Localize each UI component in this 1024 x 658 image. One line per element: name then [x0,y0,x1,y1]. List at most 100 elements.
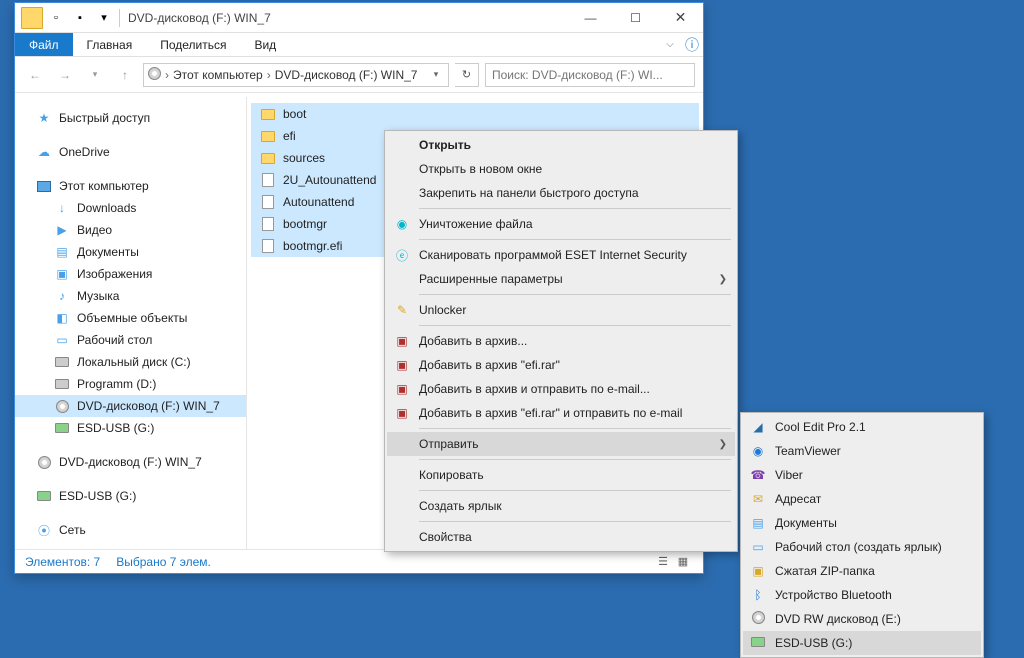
sendto-desktop[interactable]: ▭Рабочий стол (создать ярлык) [743,535,981,559]
sendto-dvdrw[interactable]: DVD RW дисковод (E:) [743,607,981,631]
ctx-pin-quickaccess[interactable]: Закрепить на панели быстрого доступа [387,181,735,205]
maximize-button[interactable]: ☐ [613,3,658,32]
nav-back-button[interactable]: ← [23,63,47,87]
wand-icon: ✎ [393,303,411,317]
sidebar-quickaccess[interactable]: ★Быстрый доступ [15,107,246,129]
sendto-docs[interactable]: ▤Документы [743,511,981,535]
help-icon[interactable]: ⓘ [681,35,703,55]
separator [419,459,731,460]
titlebar: ▫ ▪ ▾ DVD-дисковод (F:) WIN_7 ― ☐ ✕ [15,3,703,33]
sendto-cooledit[interactable]: ◢Cool Edit Pro 2.1 [743,415,981,439]
ctx-destroy[interactable]: ◉Уничтожение файла [387,212,735,236]
file-icon [259,216,277,232]
sidebar-docs[interactable]: ▤Документы [15,241,246,263]
sendto-zip[interactable]: ▣Сжатая ZIP-папка [743,559,981,583]
tab-home[interactable]: Главная [73,33,147,56]
network-icon: ⦿ [35,522,53,538]
xml-icon [259,172,277,188]
sidebar-dvd[interactable]: DVD-дисковод (F:) WIN_7 [15,395,246,417]
sidebar-music[interactable]: ♪Музыка [15,285,246,307]
ctx-add-efi-email[interactable]: ▣Добавить в архив "efi.rar" и отправить … [387,401,735,425]
sendto-bluetooth[interactable]: ᛒУстройство Bluetooth [743,583,981,607]
qat-dropdown-icon[interactable]: ▾ [93,7,115,29]
ctx-add-archive[interactable]: ▣Добавить в архив... [387,329,735,353]
folder-icon [259,150,277,166]
ctx-scan-eset[interactable]: ⓔСканировать программой ESET Internet Se… [387,243,735,267]
sidebar-desktop[interactable]: ▭Рабочий стол [15,329,246,351]
ctx-open-new[interactable]: Открыть в новом окне [387,157,735,181]
tab-view[interactable]: Вид [240,33,290,56]
view-large-icon[interactable]: ▦ [673,555,693,568]
sidebar-downloads[interactable]: ↓Downloads [15,197,246,219]
folder-icon [259,128,277,144]
ctx-unlocker[interactable]: ✎Unlocker [387,298,735,322]
rar-icon: ▣ [393,382,411,396]
nav-up-button[interactable]: ↑ [113,63,137,87]
ctx-shortcut[interactable]: Создать ярлык [387,494,735,518]
nav-history-icon[interactable]: ▾ [83,63,107,87]
pc-icon [35,178,53,194]
rar-icon: ▣ [393,334,411,348]
cube-icon: ◧ [53,310,71,326]
sendto-viber[interactable]: ☎Viber [743,463,981,487]
qat: ▫ ▪ ▾ [15,7,115,29]
sendto-esd[interactable]: ESD-USB (G:) [743,631,981,655]
ctx-copy[interactable]: Копировать [387,463,735,487]
sendto-recipient[interactable]: ✉Адресат [743,487,981,511]
sidebar-localc[interactable]: Локальный диск (C:) [15,351,246,373]
sidebar-programm[interactable]: Programm (D:) [15,373,246,395]
usb-icon [749,636,767,650]
chevron-right-icon: ❯ [719,274,727,285]
ctx-add-efi-rar[interactable]: ▣Добавить в архив "efi.rar" [387,353,735,377]
sidebar-dvd2[interactable]: DVD-дисковод (F:) WIN_7 [15,451,246,473]
music-icon: ♪ [53,288,71,304]
sidebar-esd2[interactable]: ESD-USB (G:) [15,485,246,507]
ctx-add-email[interactable]: ▣Добавить в архив и отправить по e-mail.… [387,377,735,401]
nav-forward-button[interactable]: → [53,63,77,87]
folder-icon [21,7,43,29]
minimize-button[interactable]: ― [568,3,613,32]
separator [419,521,731,522]
close-button[interactable]: ✕ [658,3,703,32]
context-menu: Открыть Открыть в новом окне Закрепить н… [384,130,738,552]
ribbon-expand-icon[interactable]: ⌵ [659,39,681,50]
sidebar-video[interactable]: ▶Видео [15,219,246,241]
sidebar-thispc[interactable]: Этот компьютер [15,175,246,197]
cloud-icon: ☁ [35,144,53,160]
address-bar[interactable]: › Этот компьютер › DVD-дисковод (F:) WIN… [143,63,449,87]
view-details-icon[interactable]: ☰ [653,555,673,568]
file-boot[interactable]: boot [251,103,699,125]
images-icon: ▣ [53,266,71,282]
disc-icon [53,398,71,414]
addr-dropdown-icon[interactable]: ▾ [428,69,444,80]
sidebar-images[interactable]: ▣Изображения [15,263,246,285]
ctx-properties[interactable]: Свойства [387,525,735,549]
ctx-send-to[interactable]: Отправить❯ [387,432,735,456]
ctx-advanced-params[interactable]: Расширенные параметры❯ [387,267,735,291]
search-input[interactable] [485,63,695,87]
separator [419,490,731,491]
sidebar-network[interactable]: ⦿Сеть [15,519,246,541]
docs-icon: ▤ [53,244,71,260]
crumb-thispc[interactable]: Этот компьютер [173,68,263,82]
tab-file[interactable]: Файл [15,33,73,56]
sendto-teamviewer[interactable]: ◉TeamViewer [743,439,981,463]
refresh-button[interactable]: ↻ [455,63,479,87]
separator [419,239,731,240]
tab-share[interactable]: Поделиться [146,33,240,56]
sendto-submenu: ◢Cool Edit Pro 2.1 ◉TeamViewer ☎Viber ✉А… [740,412,984,658]
desktop-icon: ▭ [53,332,71,348]
sidebar-esd[interactable]: ESD-USB (G:) [15,417,246,439]
rar-icon: ▣ [393,358,411,372]
sidebar-onedrive[interactable]: ☁OneDrive [15,141,246,163]
usb-icon [53,420,71,436]
viber-icon: ☎ [749,468,767,482]
qat-new-icon[interactable]: ▪ [69,7,91,29]
disc-icon [749,611,767,627]
qat-props-icon[interactable]: ▫ [45,7,67,29]
drive-icon [53,354,71,370]
crumb-dvd[interactable]: DVD-дисковод (F:) WIN_7 [275,68,418,82]
sidebar-3d[interactable]: ◧Объемные объекты [15,307,246,329]
ctx-open[interactable]: Открыть [387,133,735,157]
navbar: ← → ▾ ↑ › Этот компьютер › DVD-дисковод … [15,57,703,93]
